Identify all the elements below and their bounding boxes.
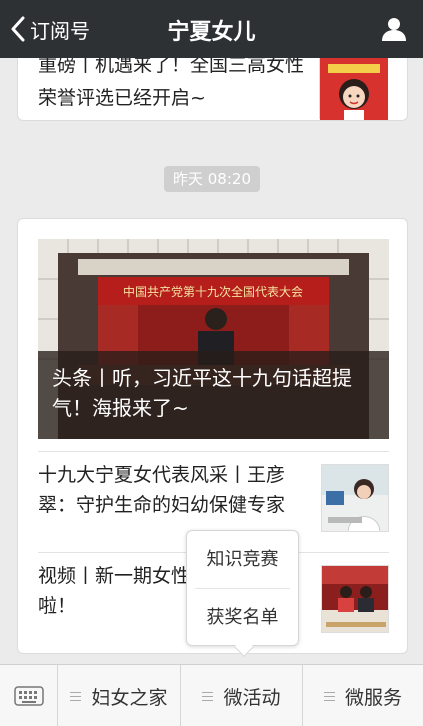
headline-article[interactable]: 中国共产党第十九次全国代表大会 头条丨听，习近平这十九句话超提气！海报来了~: [38, 239, 389, 439]
submenu-item-quiz[interactable]: 知识竞赛: [187, 531, 298, 588]
menu-button-label: 妇女之家: [91, 686, 168, 709]
previous-article-card[interactable]: 重磅丨机遇来了！全国三高女性荣誉评选已经开启~: [17, 58, 408, 121]
menu-button-micro-activity[interactable]: 微活动: [180, 665, 302, 726]
article-title: 重磅丨机遇来了！全国三高女性荣誉评选已经开启~: [38, 58, 305, 109]
bottom-menu-bar: 妇女之家 微活动 微服务: [0, 664, 423, 726]
doctor-portrait-image: [322, 465, 388, 531]
news-studio-image: [322, 566, 388, 632]
person-icon: [382, 18, 406, 41]
menu-button-label: 微活动: [223, 686, 281, 709]
page-title: 宁夏女儿: [167, 20, 256, 45]
navigation-bar: 订阅号 宁夏女儿: [0, 0, 423, 58]
menu-lines-icon: [70, 691, 82, 701]
article-thumbnail: [319, 58, 388, 120]
list-item-thumbnail: [321, 565, 389, 633]
list-item-thumbnail: [321, 464, 389, 532]
banner-text: 中国共产党第十九次全国代表大会: [123, 284, 303, 299]
menu-lines-icon: [202, 691, 214, 701]
timestamp-badge: 昨天 08:20: [164, 166, 260, 192]
menu-button-label: 微服务: [344, 686, 402, 709]
profile-button[interactable]: [381, 16, 407, 42]
keyboard-icon: [13, 686, 44, 706]
submenu-item-winners[interactable]: 获奖名单: [195, 588, 290, 645]
menu-lines-icon: [323, 691, 335, 701]
keyboard-toggle-button[interactable]: [0, 665, 58, 726]
cartoon-woman-image: [320, 58, 388, 120]
submenu-popup: 知识竞赛 获奖名单: [186, 530, 299, 657]
menu-button-women-home[interactable]: 妇女之家: [58, 665, 180, 726]
menu-button-micro-service[interactable]: 微服务: [302, 665, 423, 726]
headline-caption: 头条丨听，习近平这十九句话超提气！海报来了~: [38, 351, 389, 439]
list-item-title: 十九大宁夏女代表风采丨王彦翠：守护生命的妇幼保健专家: [38, 464, 286, 516]
